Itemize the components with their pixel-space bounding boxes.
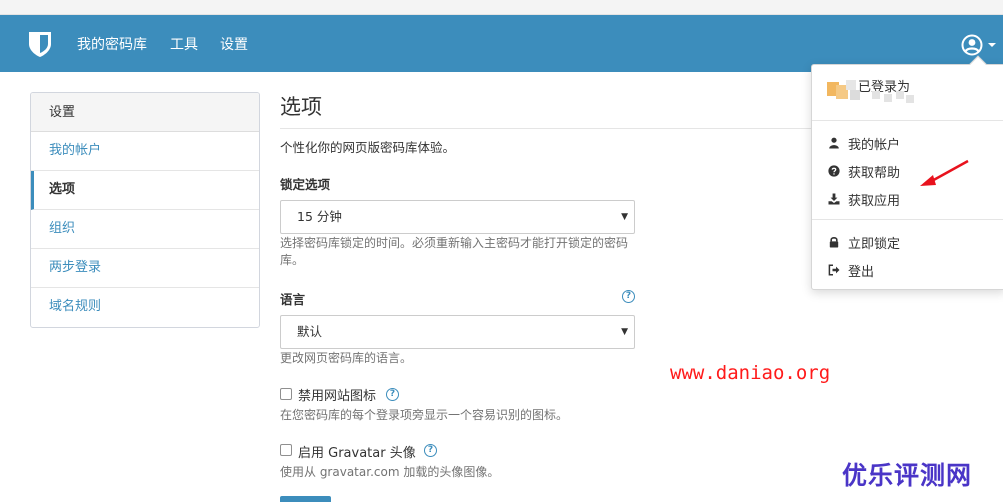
gravatar-checkbox[interactable] — [280, 444, 292, 456]
disable-favicon-checkbox[interactable] — [280, 388, 292, 400]
settings-sidebar: 设置 我的帐户 选项 组织 两步登录 域名规则 — [30, 92, 260, 328]
dropdown-item-label: 我的帐户 — [848, 137, 901, 153]
lock-timeout-help: 选择密码库锁定的时间。必须重新输入主密码才能打开锁定的密码库。 — [280, 236, 629, 267]
lock-timeout-value: 15 分钟 — [297, 209, 342, 224]
lock-timeout-select[interactable]: 15 分钟 ▼ — [280, 200, 635, 234]
dropdown-item-label: 获取应用 — [848, 193, 901, 209]
blurred-email — [872, 91, 914, 103]
lock-icon — [829, 237, 839, 248]
nav-settings[interactable]: 设置 — [220, 36, 248, 54]
question-circle-icon — [828, 165, 840, 177]
language-help-icon[interactable]: ? — [622, 290, 635, 303]
language-value: 默认 — [297, 324, 323, 339]
account-menu-toggle[interactable] — [961, 33, 1001, 57]
language-label: 语言 — [280, 292, 306, 307]
nav-tools[interactable]: 工具 — [170, 36, 198, 54]
dropdown-item-log-out[interactable]: 登出 — [828, 260, 874, 280]
page-subtitle: 个性化你的网页版密码库体验。 — [280, 140, 456, 155]
caret-down-icon — [988, 43, 996, 47]
dropdown-divider — [812, 120, 1003, 121]
disable-favicon-help-icon[interactable]: ? — [386, 388, 399, 401]
sidebar-item-my-account[interactable]: 我的帐户 — [31, 132, 259, 171]
language-select[interactable]: 默认 ▼ — [280, 315, 635, 349]
user-circle-icon — [961, 34, 983, 56]
dropdown-item-get-apps[interactable]: 获取应用 — [828, 189, 900, 209]
lock-options-label: 锁定选项 — [280, 177, 331, 192]
disable-favicon-label[interactable]: 禁用网站图标 — [298, 385, 376, 404]
dropdown-item-label: 获取帮助 — [848, 165, 901, 181]
dropdown-item-label: 立即锁定 — [848, 236, 901, 252]
sidebar-item-two-step-login[interactable]: 两步登录 — [31, 249, 259, 288]
sidebar-header: 设置 — [31, 93, 259, 132]
options-panel: 选项 个性化你的网页版密码库体验。 锁定选项 15 分钟 ▼ 选择密码库锁定的时… — [280, 92, 820, 502]
bitwarden-shield-logo-icon[interactable] — [28, 31, 52, 58]
select-caret-icon: ▼ — [621, 327, 628, 337]
user-icon — [829, 137, 839, 149]
dropdown-divider — [812, 219, 1003, 220]
sidebar-item-domain-rules[interactable]: 域名规则 — [31, 288, 259, 327]
sidebar-item-organizations[interactable]: 组织 — [31, 210, 259, 249]
gravatar-label[interactable]: 启用 Gravatar 头像 — [298, 442, 416, 461]
dropdown-item-get-help[interactable]: 获取帮助 — [828, 161, 900, 181]
gravatar-help-icon[interactable]: ? — [424, 444, 437, 457]
gravatar-help: 使用从 gravatar.com 加载的头像图像。 — [280, 465, 500, 479]
nav-my-vault[interactable]: 我的密码库 — [77, 36, 147, 54]
select-caret-icon: ▼ — [621, 212, 628, 222]
download-icon — [828, 193, 840, 205]
browser-top-strip — [0, 0, 1003, 15]
watermark-site-name: 优乐评测网 — [842, 461, 973, 490]
red-arrow-annotation-icon — [920, 159, 969, 186]
dropdown-item-label: 登出 — [848, 264, 875, 280]
language-help: 更改网页密码库的语言。 — [280, 351, 413, 365]
dropdown-item-lock-now[interactable]: 立即锁定 — [828, 232, 900, 252]
save-button[interactable] — [280, 496, 331, 502]
sign-out-icon — [828, 264, 840, 276]
watermark-url: www.daniao.org — [670, 362, 831, 384]
dropdown-item-my-account[interactable]: 我的帐户 — [828, 133, 900, 153]
page-title: 选项 — [280, 92, 820, 129]
sidebar-item-options[interactable]: 选项 — [31, 171, 259, 210]
account-dropdown-menu: 已登录为 我的帐户 获取帮助 获取应用 立即锁定 登出 — [811, 55, 1003, 290]
disable-favicon-help: 在您密码库的每个登录项旁显示一个容易识别的图标。 — [280, 408, 569, 422]
